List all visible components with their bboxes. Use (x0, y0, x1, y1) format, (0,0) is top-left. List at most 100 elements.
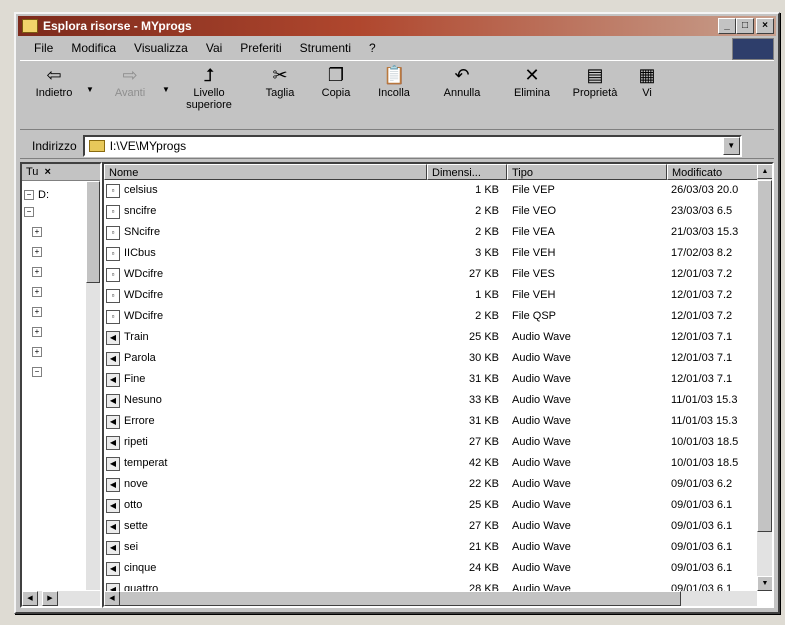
tree-node[interactable]: + (32, 327, 42, 337)
copy-button[interactable]: ❐ Copia (310, 65, 362, 99)
scroll-down-icon[interactable]: ▼ (757, 576, 772, 591)
forward-button[interactable]: ⇨ Avanti (104, 65, 156, 99)
address-field[interactable]: I:\VE\MYprogs ▼ (82, 135, 742, 157)
tree-node[interactable]: + (32, 287, 42, 297)
table-row[interactable]: ▫ celsius 1 KB File VEP 26/03/03 20.0 (104, 183, 762, 198)
undo-button[interactable]: ↶ Annulla (432, 65, 492, 99)
table-row[interactable]: ◀ ripeti 27 KB Audio Wave 10/01/03 18.5 (104, 435, 762, 450)
tree-node-drive[interactable]: − D: (24, 189, 49, 201)
list-scroll-thumb[interactable] (757, 180, 772, 532)
paste-button[interactable]: 📋 Incolla (366, 65, 422, 99)
tree-node[interactable]: + (32, 307, 42, 317)
file-type: Audio Wave (512, 352, 571, 364)
column-modified[interactable]: Modificato (667, 164, 762, 180)
tree-vertical-scrollbar[interactable] (86, 181, 100, 590)
file-modified: 17/02/03 8.2 (671, 247, 733, 259)
back-dropdown-icon[interactable]: ▼ (86, 85, 94, 94)
menu-bar: File Modifica Visualizza Vai Preferiti S… (20, 38, 774, 58)
table-row[interactable]: ◀ Train 25 KB Audio Wave 12/01/03 7.1 (104, 330, 762, 345)
scroll-right-icon[interactable]: ▶ (42, 591, 58, 606)
properties-button[interactable]: ▤ Proprietà (564, 65, 626, 99)
file-size: 1 KB (475, 289, 499, 301)
menu-vai[interactable]: Vai (197, 41, 231, 55)
menu-preferiti[interactable]: Preferiti (231, 41, 290, 55)
window-controls: _ □ × (718, 18, 774, 34)
collapse-icon[interactable]: − (24, 190, 34, 200)
address-label: Indirizzo (32, 139, 77, 153)
tree-scroll-thumb[interactable] (86, 181, 100, 283)
expand-icon[interactable]: + (32, 267, 42, 277)
delete-button[interactable]: ✕ Elimina (504, 65, 560, 99)
table-row[interactable]: ◀ Nesuno 33 KB Audio Wave 11/01/03 15.3 (104, 393, 762, 408)
back-button[interactable]: ⇦ Indietro (28, 65, 80, 99)
expand-icon[interactable]: + (32, 347, 42, 357)
table-row[interactable]: ▫ sncifre 2 KB File VEO 23/03/03 6.5 (104, 204, 762, 219)
file-type: Audio Wave (512, 562, 571, 574)
collapse-icon[interactable]: − (24, 207, 34, 217)
scroll-left-icon[interactable]: ◀ (22, 591, 38, 606)
tree-node[interactable]: − (24, 207, 34, 217)
cut-button[interactable]: ✂ Taglia (254, 65, 306, 99)
file-modified: 12/01/03 7.2 (671, 289, 733, 301)
list-horizontal-scrollbar[interactable]: ◀ (104, 591, 757, 606)
table-row[interactable]: ▫ WDcifre 27 KB File VES 12/01/03 7.2 (104, 267, 762, 282)
tree-node[interactable]: + (32, 227, 42, 237)
close-tree-icon[interactable]: × (44, 166, 50, 178)
scroll-left-icon[interactable]: ◀ (104, 591, 120, 606)
file-size: 24 KB (469, 562, 499, 574)
tree-horizontal-scrollbar[interactable]: ◀ ▶ (22, 591, 100, 606)
table-row[interactable]: ▫ WDcifre 2 KB File QSP 12/01/03 7.2 (104, 309, 762, 324)
table-row[interactable]: ◀ nove 22 KB Audio Wave 09/01/03 6.2 (104, 477, 762, 492)
tree-node[interactable]: + (32, 247, 42, 257)
table-row[interactable]: ▫ WDcifre 1 KB File VEH 12/01/03 7.2 (104, 288, 762, 303)
column-name[interactable]: Nome (104, 164, 427, 180)
table-row[interactable]: ◀ temperat 42 KB Audio Wave 10/01/03 18.5 (104, 456, 762, 471)
forward-dropdown-icon[interactable]: ▼ (162, 85, 170, 94)
table-row[interactable]: ◀ Parola 30 KB Audio Wave 12/01/03 7.1 (104, 351, 762, 366)
file-size: 27 KB (469, 436, 499, 448)
table-row[interactable]: ▫ IICbus 3 KB File VEH 17/02/03 8.2 (104, 246, 762, 261)
file-type: File VES (512, 268, 555, 280)
table-row[interactable]: ◀ sette 27 KB Audio Wave 09/01/03 6.1 (104, 519, 762, 534)
title-bar[interactable]: Esplora risorse - MYprogs _ □ × (18, 16, 776, 36)
close-button[interactable]: × (756, 18, 774, 34)
table-row[interactable]: ▫ SNcifre 2 KB File VEA 21/03/03 15.3 (104, 225, 762, 240)
file-size: 1 KB (475, 184, 499, 196)
views-button[interactable]: ▦ Vi (632, 65, 662, 99)
menu-strumenti[interactable]: Strumenti (291, 41, 360, 55)
menu-file[interactable]: File (20, 41, 62, 55)
tree-node[interactable]: + (32, 347, 42, 357)
expand-icon[interactable]: + (32, 327, 42, 337)
file-type: Audio Wave (512, 520, 571, 532)
column-type[interactable]: Tipo (507, 164, 667, 180)
file-name: Train (124, 331, 149, 343)
menu-help[interactable]: ? (360, 41, 385, 55)
expand-icon[interactable]: + (32, 227, 42, 237)
column-size[interactable]: Dimensi... (427, 164, 507, 180)
table-row[interactable]: ◀ sei 21 KB Audio Wave 09/01/03 6.1 (104, 540, 762, 555)
table-row[interactable]: ◀ Errore 31 KB Audio Wave 11/01/03 15.3 (104, 414, 762, 429)
list-vertical-scrollbar[interactable]: ▲ ▼ (757, 164, 772, 591)
file-size: 27 KB (469, 268, 499, 280)
expand-icon[interactable]: + (32, 287, 42, 297)
tree-node[interactable]: + (32, 267, 42, 277)
table-row[interactable]: ◀ cinque 24 KB Audio Wave 09/01/03 6.1 (104, 561, 762, 576)
up-level-button[interactable]: ⮥ Livello superiore (176, 65, 242, 111)
file-name: nove (124, 478, 148, 490)
menu-visualizza[interactable]: Visualizza (125, 41, 197, 55)
collapse-icon[interactable]: − (32, 367, 42, 377)
menu-modifica[interactable]: Modifica (62, 41, 125, 55)
address-dropdown-icon[interactable]: ▼ (722, 137, 740, 155)
minimize-button[interactable]: _ (718, 18, 736, 34)
table-row[interactable]: ◀ otto 25 KB Audio Wave 09/01/03 6.1 (104, 498, 762, 513)
file-modified: 12/01/03 7.2 (671, 310, 733, 322)
expand-icon[interactable]: + (32, 247, 42, 257)
tree-node[interactable]: − (32, 367, 42, 377)
file-size: 25 KB (469, 331, 499, 343)
table-row[interactable]: ◀ Fine 31 KB Audio Wave 12/01/03 7.1 (104, 372, 762, 387)
back-arrow-icon: ⇦ (46, 65, 62, 85)
expand-icon[interactable]: + (32, 307, 42, 317)
list-hscroll-thumb[interactable] (119, 591, 681, 606)
scroll-up-icon[interactable]: ▲ (757, 164, 772, 179)
maximize-button[interactable]: □ (736, 18, 754, 34)
